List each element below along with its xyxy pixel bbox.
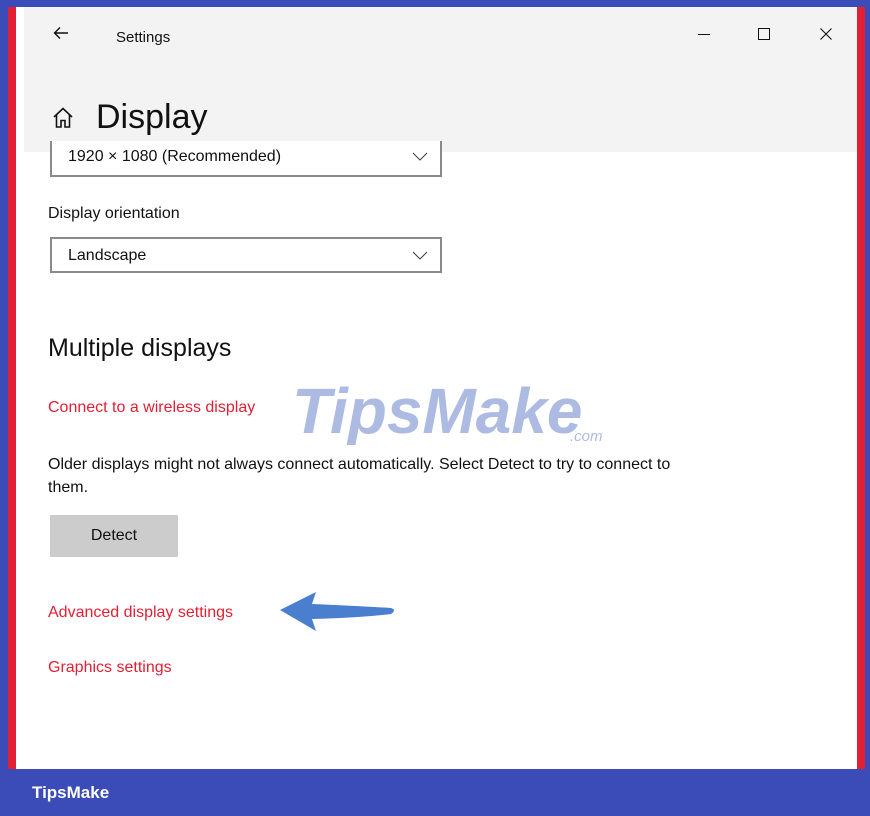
watermark-logo: TipsMake .com	[292, 375, 603, 445]
chevron-down-icon	[412, 152, 428, 161]
red-border-left	[8, 7, 16, 769]
title-bar: Settings Display	[24, 7, 857, 152]
wireless-display-link[interactable]: Connect to a wireless display	[48, 398, 255, 418]
app-title: Settings	[116, 29, 171, 46]
maximize-button[interactable]	[744, 19, 784, 49]
settings-window: Settings Display 1920 × 1080 (Recommende…	[24, 7, 857, 769]
watermark-brand: TipsMake	[292, 375, 583, 445]
detect-description: Older displays might not always connect …	[48, 456, 671, 496]
close-button[interactable]	[806, 19, 846, 49]
minimize-icon	[698, 34, 710, 35]
resolution-dropdown[interactable]: 1920 × 1080 (Recommended)	[50, 141, 442, 177]
frame-right	[865, 7, 870, 769]
chevron-down-icon	[412, 251, 428, 260]
maximize-icon	[758, 28, 770, 40]
frame-top	[0, 0, 870, 7]
section-title: Multiple displays	[48, 334, 232, 362]
resolution-value: 1920 × 1080 (Recommended)	[68, 148, 282, 165]
orientation-dropdown[interactable]: Landscape	[50, 237, 442, 273]
detect-button[interactable]: Detect	[50, 515, 178, 557]
pointer-arrow-icon	[280, 592, 394, 631]
footer-label: TipsMake	[32, 783, 110, 802]
back-button[interactable]	[46, 19, 76, 47]
frame-left	[0, 7, 8, 769]
advanced-display-settings-link[interactable]: Advanced display settings	[48, 603, 233, 623]
back-arrow-icon	[53, 27, 68, 39]
minimize-button[interactable]	[684, 19, 724, 49]
orientation-label: Display orientation	[48, 205, 180, 222]
graphics-settings-link[interactable]: Graphics settings	[48, 658, 172, 678]
footer-bar: TipsMake	[0, 769, 870, 816]
home-icon	[53, 107, 73, 128]
orientation-value: Landscape	[68, 247, 147, 264]
close-icon	[820, 28, 832, 40]
watermark-suffix: .com	[570, 428, 603, 445]
page-title: Display	[96, 98, 208, 136]
red-border-right	[857, 7, 865, 769]
